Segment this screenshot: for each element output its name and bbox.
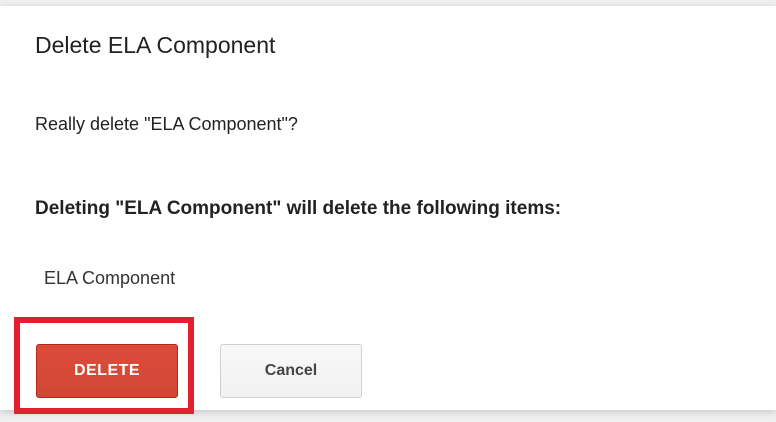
cancel-button[interactable]: Cancel <box>220 344 362 398</box>
items-to-delete-list: ELA Component <box>44 268 175 289</box>
delete-dialog: Delete ELA Component Really delete "ELA … <box>0 6 776 414</box>
deletion-warning: Deleting "ELA Component" will delete the… <box>35 198 562 219</box>
confirm-message: Really delete "ELA Component"? <box>35 114 298 134</box>
list-item: ELA Component <box>44 268 176 288</box>
delete-button[interactable]: DELETE <box>36 344 178 398</box>
dialog-title: Delete ELA Component <box>35 32 276 58</box>
